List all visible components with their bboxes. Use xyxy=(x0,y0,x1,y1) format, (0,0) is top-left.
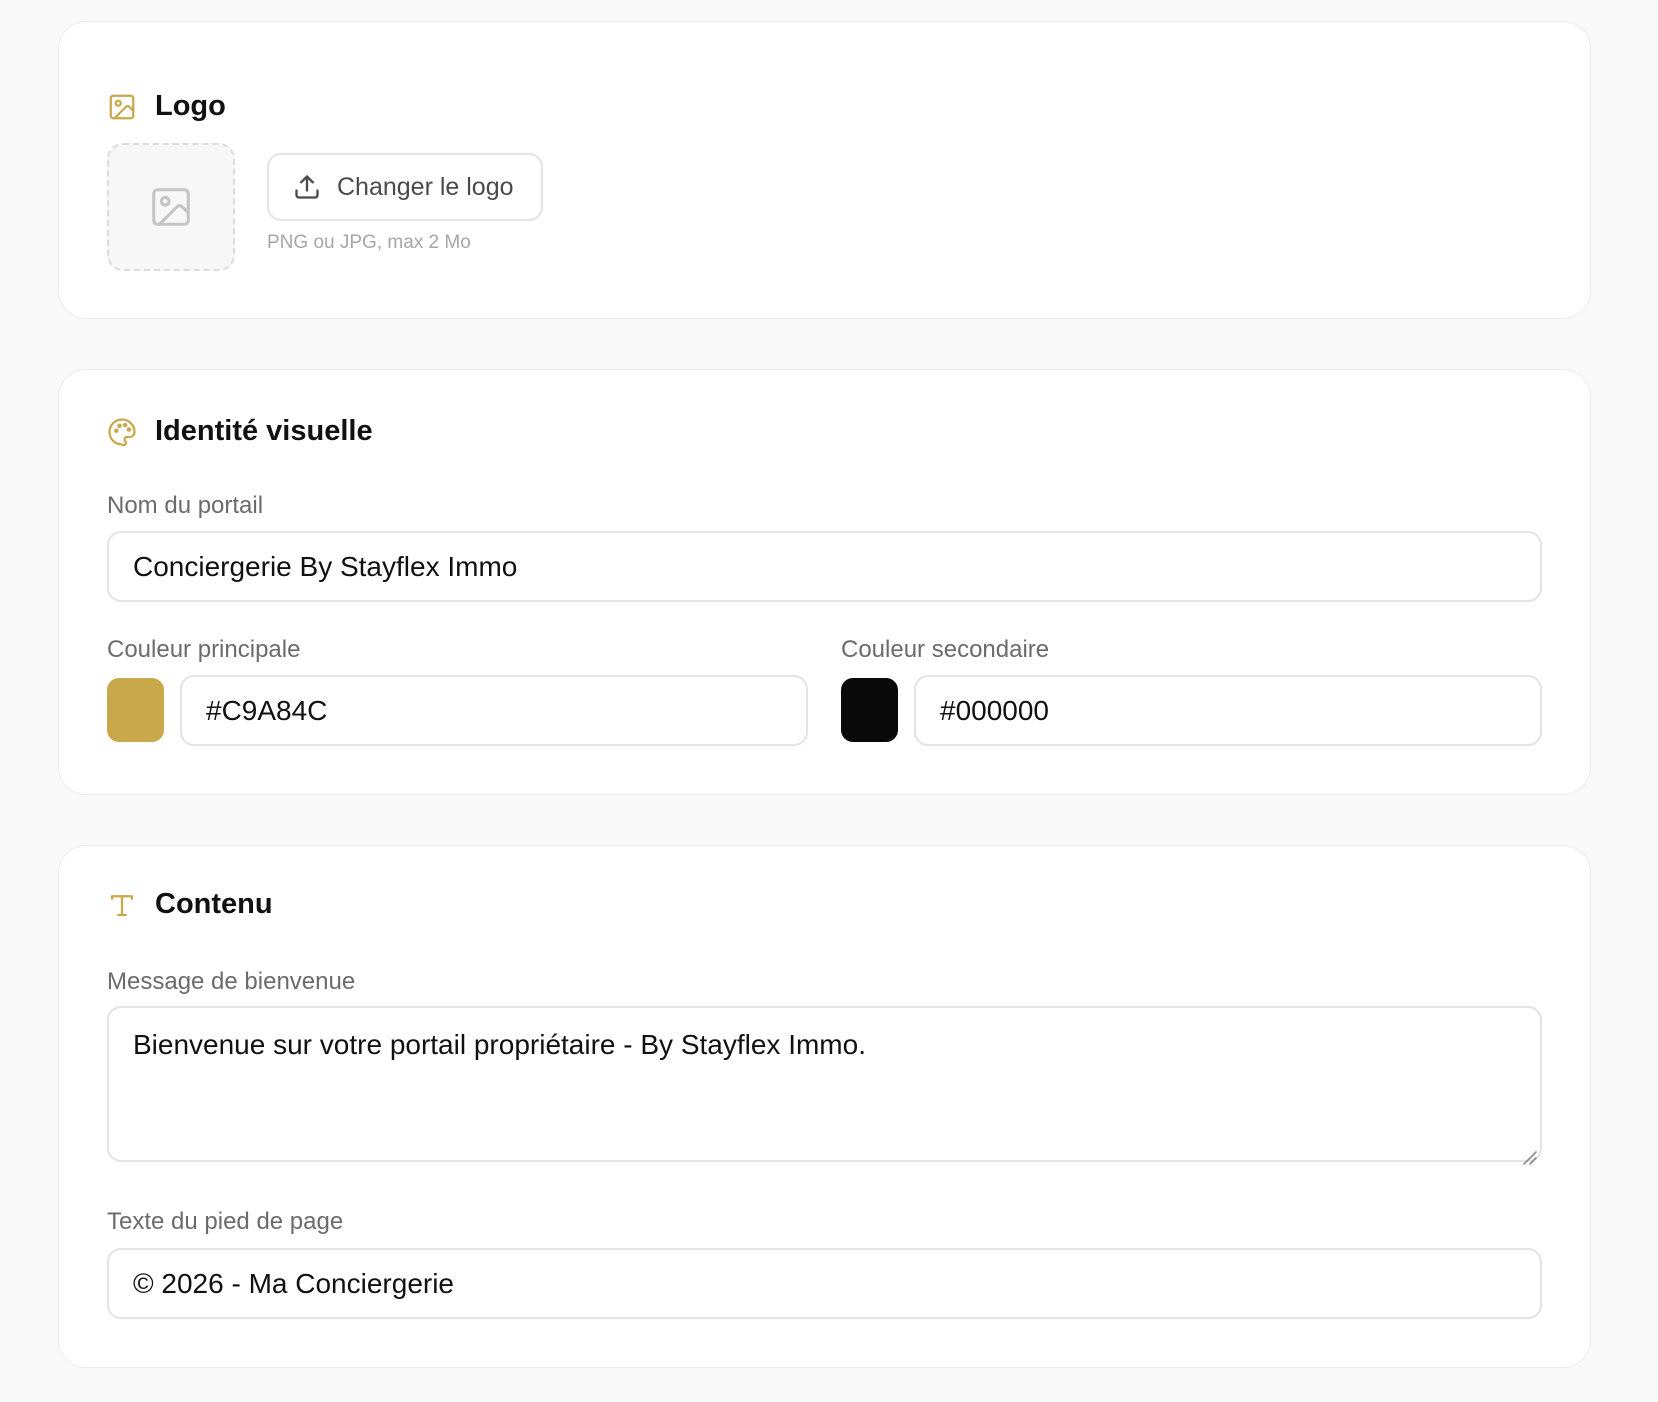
primary-color-label: Couleur principale xyxy=(107,636,301,663)
change-logo-label: Changer le logo xyxy=(337,172,514,201)
footer-text-input[interactable]: © 2026 - Ma Conciergerie xyxy=(107,1248,1542,1319)
logo-preview xyxy=(107,143,235,271)
logo-card-header: Logo xyxy=(107,90,226,123)
portal-name-label: Nom du portail xyxy=(107,492,264,519)
palette-icon xyxy=(107,417,137,447)
resize-handle-icon[interactable] xyxy=(1520,1140,1538,1165)
primary-color-swatch[interactable] xyxy=(107,678,164,742)
content-section-title: Contenu xyxy=(155,888,273,920)
logo-format-hint: PNG ou JPG, max 2 Mo xyxy=(267,232,471,253)
welcome-message-text: Bienvenue sur votre portail propriétaire… xyxy=(133,1029,866,1060)
content-card: Contenu Message de bienvenue Bienvenue s… xyxy=(58,845,1591,1368)
footer-text-label: Texte du pied de page xyxy=(107,1208,344,1235)
image-placeholder-icon xyxy=(148,184,194,230)
secondary-color-swatch[interactable] xyxy=(841,678,898,742)
type-icon xyxy=(107,890,137,920)
logo-section-title: Logo xyxy=(155,90,226,122)
logo-card: Logo Changer le logo PNG ou JPG, max 2 M… xyxy=(58,21,1591,319)
content-card-header: Contenu xyxy=(107,888,273,921)
upload-icon xyxy=(293,173,321,201)
identity-card-header: Identité visuelle xyxy=(107,415,373,448)
welcome-message-label: Message de bienvenue xyxy=(107,968,356,995)
portal-name-input[interactable]: Conciergerie By Stayflex Immo xyxy=(107,531,1542,602)
identity-section-title: Identité visuelle xyxy=(155,415,373,447)
change-logo-button[interactable]: Changer le logo xyxy=(267,153,543,221)
primary-color-input[interactable]: #C9A84C xyxy=(180,675,808,746)
secondary-color-input[interactable]: #000000 xyxy=(914,675,1542,746)
welcome-message-textarea[interactable]: Bienvenue sur votre portail propriétaire… xyxy=(107,1006,1542,1165)
image-icon xyxy=(107,92,137,122)
secondary-color-label: Couleur secondaire xyxy=(841,636,1050,663)
identity-card: Identité visuelle Nom du portail Concier… xyxy=(58,369,1591,795)
